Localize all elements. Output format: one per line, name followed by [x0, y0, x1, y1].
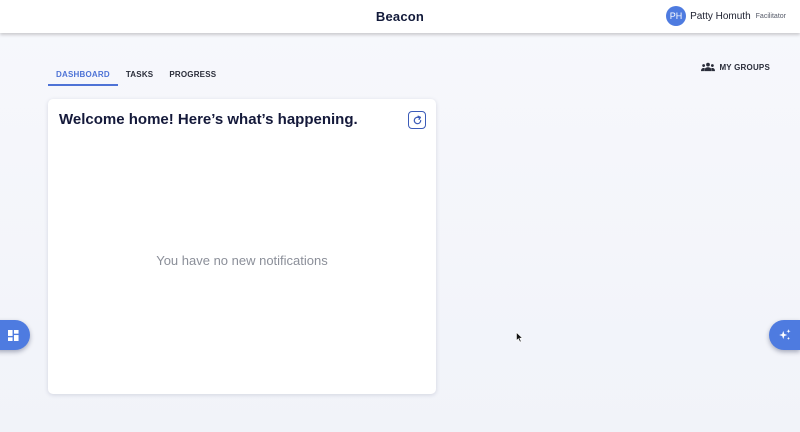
tab-progress[interactable]: PROGRESS — [161, 64, 224, 86]
dashboard-widgets-button[interactable] — [0, 320, 30, 350]
user-role: Facilitator — [755, 12, 786, 20]
user-profile[interactable]: PH Patty Homuth Facilitator — [666, 6, 786, 26]
refresh-icon — [413, 115, 421, 124]
top-app-bar: Beacon PH Patty Homuth Facilitator — [0, 0, 800, 33]
refresh-button[interactable] — [408, 111, 426, 129]
groups-icon — [701, 62, 716, 72]
tab-tasks[interactable]: TASKS — [118, 64, 162, 86]
tab-dashboard[interactable]: DASHBOARD — [48, 64, 118, 86]
empty-notifications-message: You have no new notifications — [156, 253, 328, 268]
my-groups-button[interactable]: MY GROUPS — [701, 60, 770, 74]
user-name: Patty Homuth — [690, 10, 751, 22]
main-tabs: DASHBOARD TASKS PROGRESS — [48, 64, 224, 86]
dashboard-grid-icon — [7, 329, 19, 341]
assistant-button[interactable] — [769, 320, 800, 350]
card-title: Welcome home! Here’s what’s happening. — [59, 111, 358, 128]
mouse-cursor-icon — [516, 332, 524, 343]
notifications-card: Welcome home! Here’s what’s happening. Y… — [48, 99, 436, 394]
my-groups-label: MY GROUPS — [719, 62, 770, 72]
sparkles-icon — [778, 329, 791, 341]
avatar[interactable]: PH — [666, 6, 687, 26]
